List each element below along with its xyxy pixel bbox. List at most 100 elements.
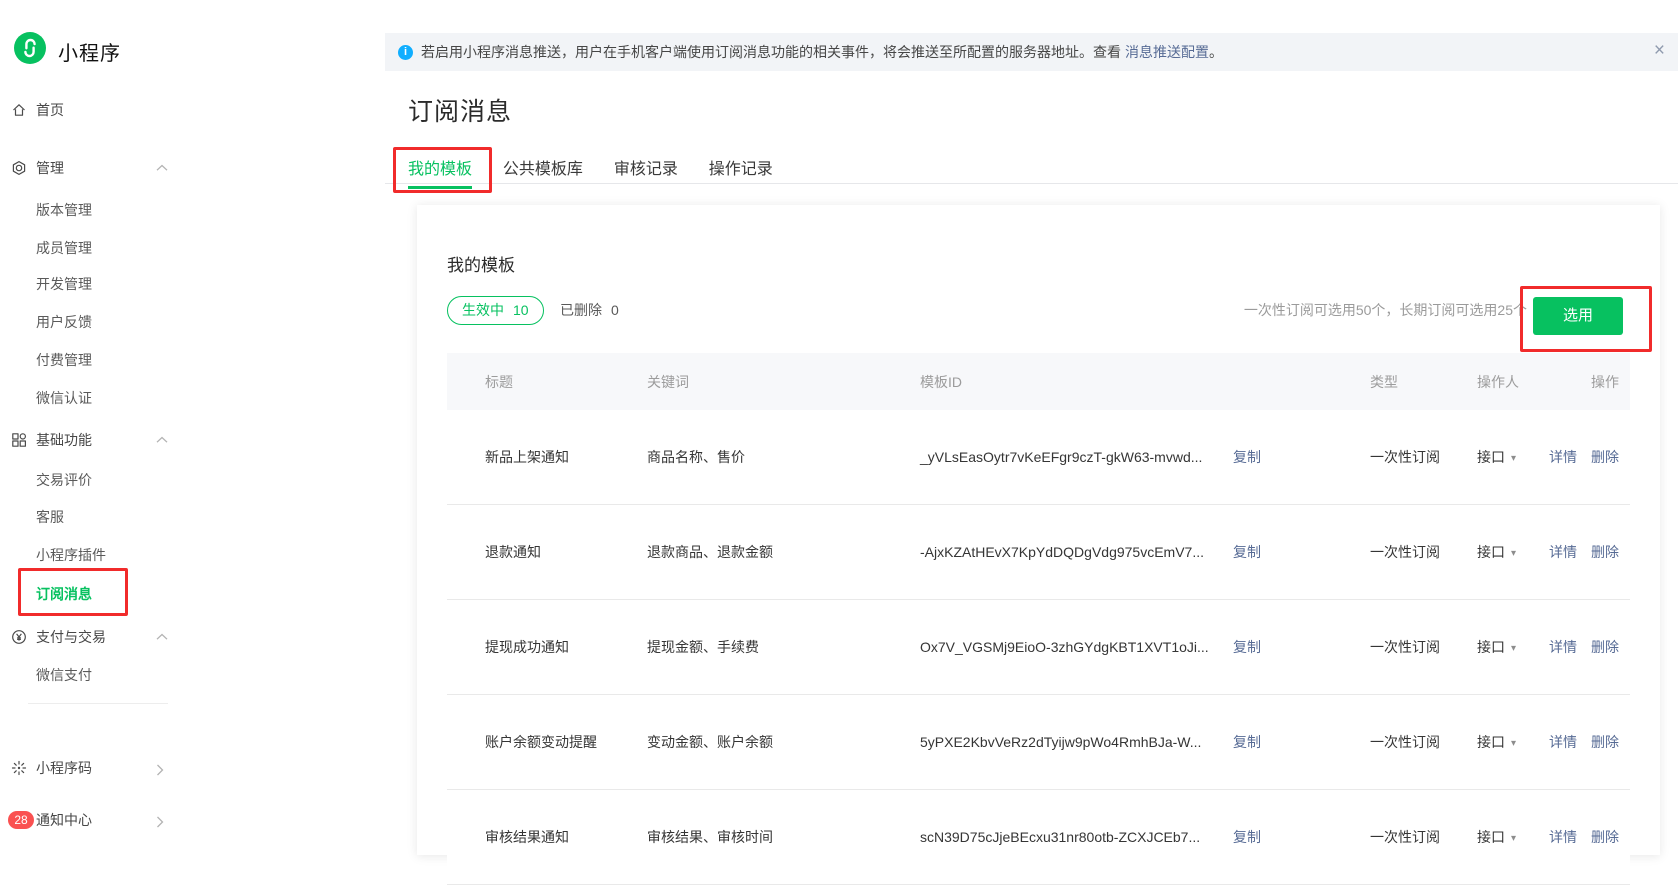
operator-dropdown[interactable]: 接口▾ [1477, 827, 1516, 847]
caret-down-icon: ▾ [1511, 833, 1516, 844]
sidebar-item-subscribe-message[interactable]: 订阅消息 [0, 579, 200, 609]
sidebar-item-payment-trade[interactable]: 支付与交易 [0, 622, 200, 652]
delete-link[interactable]: 删除 [1591, 829, 1619, 845]
cell-template-id: -AjxKZAtHEvX7KpYdDQDgVdg975vcEmV7... [920, 544, 1204, 560]
miniprogram-logo-icon [14, 32, 46, 64]
chevron-right-icon [156, 816, 164, 828]
banner-push-config-link[interactable]: 消息推送配置 [1125, 42, 1209, 62]
detail-link[interactable]: 详情 [1549, 639, 1577, 655]
copy-link[interactable]: 复制 [1233, 447, 1261, 467]
cell-template-id: _yVLsEasOytr7vKeEFgr9czT-gkW63-mvwd... [920, 449, 1202, 465]
sidebar-item-trade-review[interactable]: 交易评价 [0, 465, 200, 495]
app-title: 小程序 [58, 37, 121, 66]
sidebar-item-pay-manage[interactable]: 付费管理 [0, 345, 200, 375]
tab-bar: 我的模板 公共模板库 审核记录 操作记录 [408, 155, 800, 184]
tabbar-divider [385, 183, 1678, 184]
copy-link[interactable]: 复制 [1233, 637, 1261, 657]
delete-link[interactable]: 删除 [1591, 449, 1619, 465]
filter-deleted[interactable]: 已删除0 [560, 296, 619, 325]
table-body: 新品上架通知 商品名称、售价 _yVLsEasOytr7vKeEFgr9czT-… [447, 410, 1630, 885]
table-row: 新品上架通知 商品名称、售价 _yVLsEasOytr7vKeEFgr9czT-… [447, 410, 1630, 505]
operator-dropdown[interactable]: 接口▾ [1477, 637, 1516, 657]
panel-heading: 我的模板 [447, 251, 515, 276]
detail-link[interactable]: 详情 [1549, 734, 1577, 750]
gear-icon [11, 160, 27, 176]
col-header-title: 标题 [485, 372, 513, 392]
sidebar-item-label: 管理 [36, 153, 64, 183]
col-header-template-id: 模板ID [920, 372, 962, 392]
copy-link[interactable]: 复制 [1233, 827, 1261, 847]
filter-active-count: 10 [513, 302, 529, 318]
cell-template-id: Ox7V_VGSMj9EioO-3zhGYdgKBT1XVT1oJi... [920, 639, 1209, 655]
sidebar-item-user-feedback[interactable]: 用户反馈 [0, 307, 200, 337]
detail-link[interactable]: 详情 [1549, 544, 1577, 560]
sidebar-item-wechat-pay[interactable]: 微信支付 [0, 660, 200, 690]
cell-actions: 详情删除 [1549, 542, 1619, 562]
cell-title: 提现成功通知 [485, 637, 569, 657]
delete-link[interactable]: 删除 [1591, 544, 1619, 560]
caret-down-icon: ▾ [1511, 548, 1516, 559]
caret-down-icon: ▾ [1511, 738, 1516, 749]
cell-type: 一次性订阅 [1370, 732, 1440, 752]
mini-code-icon [11, 760, 27, 776]
templates-table: 标题 关键词 模板ID 类型 操作人 操作 新品上架通知 商品名称、售价 _yV… [447, 353, 1630, 885]
sidebar-item-customer-service[interactable]: 客服 [0, 502, 200, 532]
cell-actions: 详情删除 [1549, 447, 1619, 467]
cell-keywords: 审核结果、审核时间 [647, 827, 773, 847]
sidebar-item-wechat-verify[interactable]: 微信认证 [0, 383, 200, 413]
chevron-up-icon [156, 436, 168, 444]
yen-circle-icon [11, 629, 27, 645]
operator-dropdown[interactable]: 接口▾ [1477, 732, 1516, 752]
cell-keywords: 提现金额、手续费 [647, 637, 759, 657]
sidebar-item-minicode[interactable]: 小程序码 [0, 753, 200, 783]
table-row: 账户余额变动提醒 变动金额、账户余额 5yPXE2KbvVeRz2dTyijw9… [447, 695, 1630, 790]
close-icon[interactable]: × [1654, 40, 1665, 62]
banner-text-suffix: 。 [1209, 42, 1223, 62]
home-icon [11, 102, 27, 118]
cell-keywords: 商品名称、售价 [647, 447, 745, 467]
table-row: 提现成功通知 提现金额、手续费 Ox7V_VGSMj9EioO-3zhGYdgK… [447, 600, 1630, 695]
cell-type: 一次性订阅 [1370, 542, 1440, 562]
chevron-up-icon [156, 164, 168, 172]
detail-link[interactable]: 详情 [1549, 449, 1577, 465]
cell-title: 退款通知 [485, 542, 541, 562]
delete-link[interactable]: 删除 [1591, 734, 1619, 750]
operator-dropdown[interactable]: 接口▾ [1477, 542, 1516, 562]
sidebar-item-basic-functions[interactable]: 基础功能 [0, 425, 200, 455]
sidebar-item-dev-manage[interactable]: 开发管理 [0, 269, 200, 299]
notification-badge: 28 [8, 811, 34, 829]
cell-actions: 详情删除 [1549, 732, 1619, 752]
sidebar-item-home[interactable]: 首页 [0, 95, 200, 125]
sidebar-item-member-manage[interactable]: 成员管理 [0, 233, 200, 263]
filter-active-pill[interactable]: 生效中10 [447, 296, 544, 325]
sidebar-item-version-manage[interactable]: 版本管理 [0, 195, 200, 225]
table-row: 审核结果通知 审核结果、审核时间 scN39D75cJjeBEcxu31nr80… [447, 790, 1630, 885]
delete-link[interactable]: 删除 [1591, 639, 1619, 655]
chevron-right-icon [156, 764, 164, 776]
caret-down-icon: ▾ [1511, 453, 1516, 464]
sidebar-item-manage[interactable]: 管理 [0, 153, 200, 183]
cell-type: 一次性订阅 [1370, 447, 1440, 467]
select-button[interactable]: 选用 [1533, 297, 1623, 335]
col-header-operator: 操作人 [1477, 372, 1519, 392]
detail-link[interactable]: 详情 [1549, 829, 1577, 845]
copy-link[interactable]: 复制 [1233, 542, 1261, 562]
sidebar-divider [28, 703, 168, 704]
cell-template-id: scN39D75cJjeBEcxu31nr80otb-ZCXJCEb7... [920, 829, 1200, 845]
quota-note: 一次性订阅可选用50个，长期订阅可选用25个 [1244, 296, 1527, 325]
col-header-actions: 操作 [1591, 372, 1619, 392]
cell-title: 审核结果通知 [485, 827, 569, 847]
copy-link[interactable]: 复制 [1233, 732, 1261, 752]
cell-template-id: 5yPXE2KbvVeRz2dTyijw9pWo4RmhBJa-W... [920, 734, 1201, 750]
col-header-keywords: 关键词 [647, 372, 689, 392]
chevron-up-icon [156, 633, 168, 641]
sidebar-item-plugins[interactable]: 小程序插件 [0, 540, 200, 570]
page-title: 订阅消息 [408, 92, 512, 128]
cell-keywords: 变动金额、账户余额 [647, 732, 773, 752]
notice-banner: i 若启用小程序消息推送，用户在手机客户端使用订阅消息功能的相关事件，将会推送至… [385, 33, 1678, 71]
operator-dropdown[interactable]: 接口▾ [1477, 447, 1516, 467]
sidebar-item-notification-center[interactable]: 通知中心28 [0, 805, 200, 835]
col-header-type: 类型 [1370, 372, 1398, 392]
cell-title: 新品上架通知 [485, 447, 569, 467]
cell-type: 一次性订阅 [1370, 637, 1440, 657]
